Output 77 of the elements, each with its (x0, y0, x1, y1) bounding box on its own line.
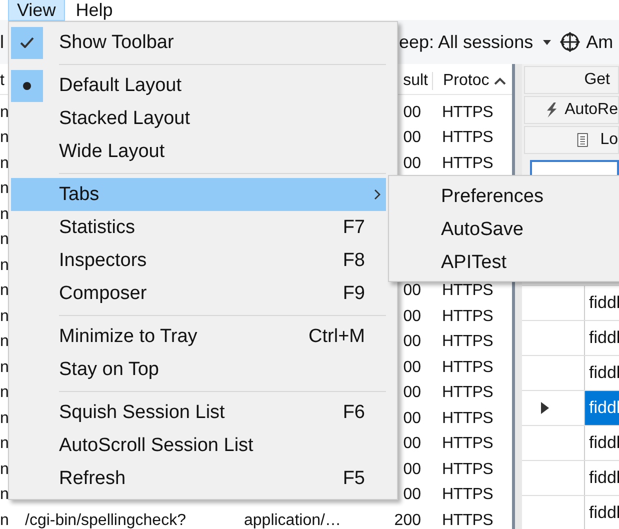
table-cell: HTTPS (442, 460, 493, 478)
table-cell: n (0, 180, 9, 198)
menu-item[interactable]: Statistics F7 (11, 211, 386, 244)
table-cell: 200 (394, 512, 421, 529)
table-cell: n (0, 308, 9, 325)
table-cell: HTTPS (442, 308, 493, 325)
menu-item[interactable]: Squish Session List F6 (11, 396, 386, 429)
table-cell: 00 (403, 358, 421, 376)
table-cell: n (0, 104, 9, 121)
menu-item[interactable]: Default Layout (11, 69, 386, 102)
menu-item[interactable]: AutoScroll Session List (11, 429, 386, 462)
panel-button[interactable]: Get (524, 66, 619, 94)
table-cell: 00 (403, 435, 421, 452)
menu-item[interactable]: Stay on Top (11, 353, 386, 386)
table-cell: n (0, 333, 9, 350)
table-cell: n (0, 358, 9, 376)
panel-button[interactable]: Lo (524, 126, 619, 154)
crosshair-icon[interactable] (560, 32, 580, 52)
caret-icon (543, 40, 552, 44)
scroll-up-icon[interactable] (494, 76, 506, 84)
table-cell: HTTPS (442, 129, 493, 146)
table-cell: n (0, 231, 9, 248)
table-cell: 00 (403, 129, 421, 146)
table-cell: /cgi-bin/spellingcheck? (25, 512, 186, 529)
menu-item[interactable]: Inspectors F8 (11, 244, 386, 277)
table-cell: HTTPS (442, 512, 493, 529)
table-cell: 00 (403, 282, 421, 300)
table-cell: n (0, 282, 9, 300)
menu-item[interactable]: Preferences (441, 180, 619, 213)
menu-item[interactable]: Show Toolbar (11, 26, 386, 59)
menu-item[interactable]: APITest (441, 246, 619, 279)
menu-bar-item[interactable]: Help (66, 0, 122, 21)
table-cell: n (0, 206, 9, 223)
table-cell: 00 (403, 384, 421, 402)
document-icon (577, 131, 588, 149)
menu-item[interactable]: Wide Layout (11, 135, 386, 168)
table-cell: n (0, 410, 9, 427)
menu-item[interactable]: Refresh F5 (11, 462, 386, 495)
column-header[interactable]: Protoc (432, 72, 492, 90)
table-cell: HTTPS (442, 435, 493, 452)
menu-item[interactable]: Composer F9 (11, 277, 386, 310)
table-cell: n (0, 384, 9, 402)
menu-item[interactable]: Stacked Layout (11, 102, 386, 135)
table-cell: HTTPS (442, 333, 493, 350)
table-cell: n (0, 129, 9, 146)
table-cell: n (0, 460, 9, 478)
panel-button[interactable]: AutoRe (524, 96, 619, 124)
table-cell: application/… (244, 512, 341, 529)
table-cell: HTTPS (442, 358, 493, 376)
row-pointer-icon (541, 402, 549, 414)
table-cell: 00 (403, 308, 421, 325)
table-cell: n (0, 486, 9, 504)
keep-filter-dropdown[interactable]: eep: All sessions (399, 32, 534, 52)
table-cell: 00 (403, 486, 421, 504)
bullet-icon (23, 82, 31, 90)
table-cell: HTTPS (442, 154, 493, 172)
checkmark-icon (20, 37, 34, 48)
table-cell: 00 (403, 410, 421, 427)
table-cell: n (0, 154, 9, 172)
table-cell: 00 (403, 154, 421, 172)
grid-cell[interactable]: fiddl (585, 391, 619, 425)
table-cell: HTTPS (442, 384, 493, 402)
table-cell: n (0, 512, 9, 529)
table-cell: n (0, 256, 9, 274)
menu-bar-item[interactable]: View (8, 0, 65, 21)
any-process-button[interactable]: Am (586, 32, 614, 52)
menu-item[interactable]: Minimize to Tray Ctrl+M (11, 320, 386, 353)
menu-item[interactable]: AutoSave (441, 213, 619, 246)
table-cell: HTTPS (442, 486, 493, 504)
table-cell: n (0, 435, 9, 452)
table-cell: HTTPS (442, 104, 493, 121)
table-cell: HTTPS (442, 410, 493, 427)
menu-item[interactable]: Tabs (11, 178, 386, 211)
table-cell: 00 (403, 104, 421, 121)
table-cell: 00 (403, 333, 421, 350)
table-cell: 00 (403, 460, 421, 478)
table-cell: HTTPS (442, 282, 493, 300)
